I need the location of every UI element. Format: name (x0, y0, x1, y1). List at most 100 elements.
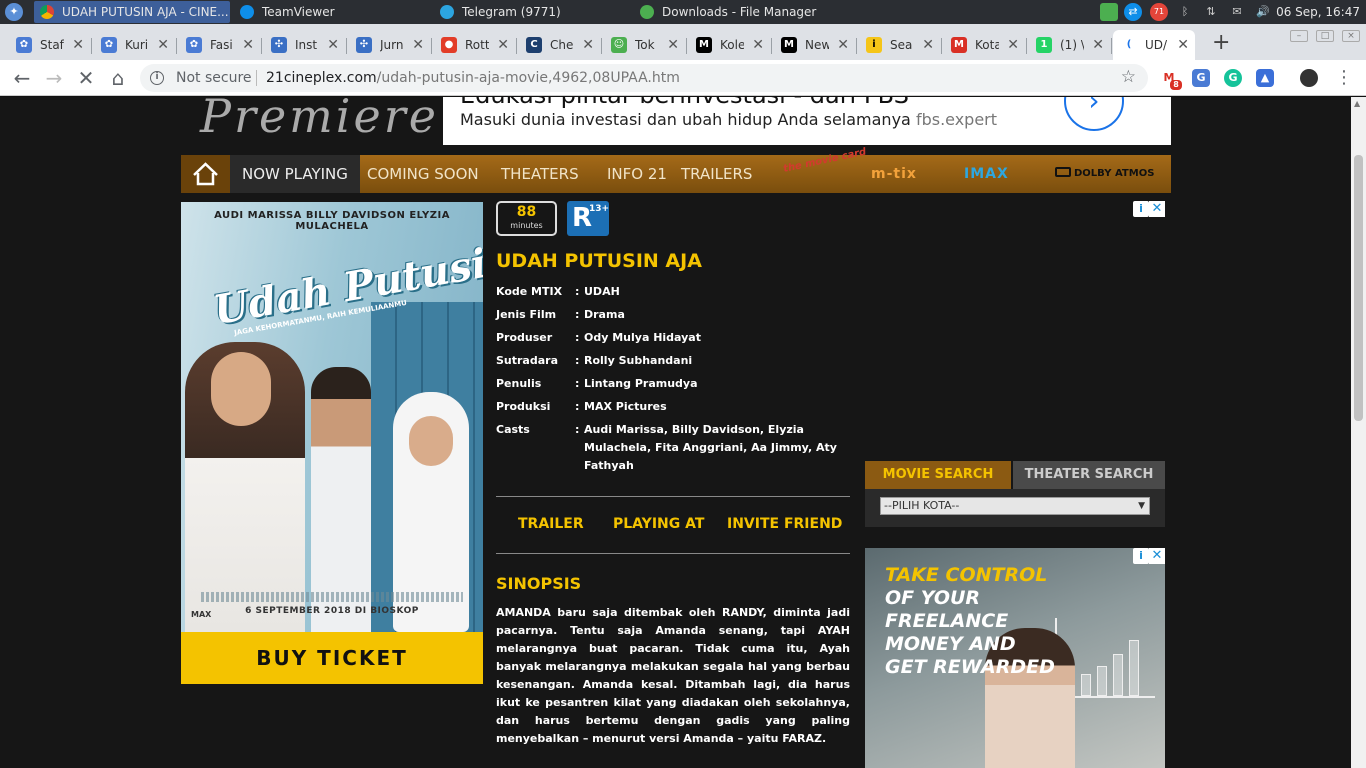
premiere-logo[interactable]: Premiere (200, 97, 439, 143)
nav-trailers[interactable]: TRAILERS (681, 155, 752, 193)
close-tab-icon[interactable]: ✕ (922, 37, 934, 53)
mail-icon[interactable]: ✉ (1228, 3, 1246, 21)
close-tab-icon[interactable]: ✕ (667, 37, 679, 53)
nav-info-21[interactable]: INFO 21 (607, 155, 667, 193)
close-tab-icon[interactable]: ✕ (412, 37, 424, 53)
home-nav-button[interactable] (181, 155, 230, 193)
address-bar[interactable]: i Not secure 21cineplex.com/udah-putusin… (140, 64, 1148, 92)
battery-icon[interactable] (1100, 3, 1118, 21)
scroll-thumb[interactable] (1354, 155, 1363, 421)
close-tab-icon[interactable]: ✕ (327, 37, 339, 53)
taskbar-window-teamviewer[interactable]: TeamViewer (234, 1, 430, 23)
profile-avatar[interactable] (1300, 69, 1318, 87)
tab-movie-search[interactable]: MOVIE SEARCH (865, 461, 1011, 489)
top-banner-ad[interactable]: Edukasi pintar berinvestasi - dari FBS M… (443, 97, 1171, 145)
page-scrollbar[interactable]: ▲ (1351, 97, 1366, 768)
new-tab-button[interactable]: + (1212, 32, 1230, 54)
close-window-button[interactable]: × (1342, 30, 1360, 42)
bluetooth-icon[interactable]: ᛒ (1176, 3, 1194, 21)
ad-choices[interactable]: i ✕ (1133, 201, 1165, 217)
close-tab-icon[interactable]: ✕ (582, 37, 594, 53)
browser-tab[interactable]: M Kota ✕ (943, 30, 1025, 60)
browser-tab[interactable]: 1 (1) \ ✕ (1028, 30, 1110, 60)
ad-info-icon[interactable]: i (1133, 548, 1149, 564)
ad-close-icon[interactable]: ✕ (1149, 201, 1165, 217)
scroll-up-icon[interactable]: ▲ (1354, 99, 1360, 108)
nav-coming-soon[interactable]: COMING SOON (367, 155, 479, 193)
divider (496, 496, 850, 497)
browser-tab[interactable]: ☺ Tok ✕ (603, 30, 685, 60)
back-button[interactable]: ← (10, 66, 34, 90)
mtix-logo[interactable]: m-tix (871, 155, 917, 193)
info-icon[interactable]: i (150, 71, 164, 85)
tab-separator (686, 38, 687, 54)
tab-theater-search[interactable]: THEATER SEARCH (1013, 461, 1165, 489)
browser-tab[interactable]: M Kole ✕ (688, 30, 770, 60)
ad-close-icon[interactable]: ✕ (1149, 548, 1165, 564)
movie-card-logo[interactable]: the movie card (782, 147, 867, 194)
buy-ticket-button[interactable]: BUY TICKET (181, 632, 483, 684)
ad-info-icon[interactable]: i (1133, 201, 1149, 217)
browser-tab[interactable]: ✿ Staf ✕ (8, 30, 90, 60)
browser-tab[interactable]: ✣ Jurn ✕ (348, 30, 430, 60)
taskbar-window-file-manager[interactable]: Downloads - File Manager (634, 1, 830, 23)
browser-tab[interactable]: ✣ Inst ✕ (263, 30, 345, 60)
network-icon[interactable]: ⇅ (1202, 3, 1220, 21)
maximize-button[interactable]: □ (1316, 30, 1334, 42)
close-tab-icon[interactable]: ✕ (1092, 37, 1104, 53)
browser-tab[interactable]: C Che ✕ (518, 30, 600, 60)
forward-button[interactable]: → (42, 66, 66, 90)
close-tab-icon[interactable]: ✕ (497, 37, 509, 53)
detail-key: Casts (496, 423, 530, 436)
taskbar-window-telegram[interactable]: Telegram (9771) (434, 1, 630, 23)
browser-tab[interactable]: (UD/ ✕ (1113, 30, 1195, 60)
ad-subtitle: Masuki dunia investasi dan ubah hidup An… (460, 110, 997, 129)
clock[interactable]: 06 Sep, 16:47 (1276, 0, 1360, 24)
browser-menu-icon[interactable]: ⋮ (1332, 66, 1356, 90)
app-menu-icon[interactable]: ✦ (5, 3, 23, 21)
stop-loading-button[interactable]: ✕ (74, 66, 98, 90)
home-button[interactable]: ⌂ (106, 66, 130, 90)
dolby-atmos-logo[interactable]: DOLBY ATMOS (1055, 155, 1154, 193)
browser-tab[interactable]: M New ✕ (773, 30, 855, 60)
playing-at-link[interactable]: PLAYING AT (613, 516, 704, 532)
close-tab-icon[interactable]: ✕ (157, 37, 169, 53)
bookmark-star-icon[interactable]: ☆ (1121, 67, 1136, 87)
duration-badge: 88 minutes (496, 201, 557, 236)
close-tab-icon[interactable]: ✕ (752, 37, 764, 53)
close-tab-icon[interactable]: ✕ (837, 37, 849, 53)
ad-chart-bar-art (1081, 674, 1091, 696)
detail-key: Sutradara (496, 354, 559, 367)
browser-tab[interactable]: ✿ Fasi ✕ (178, 30, 260, 60)
nav-now-playing[interactable]: NOW PLAYING (230, 155, 360, 193)
gmail-tray-icon[interactable]: 71 (1150, 3, 1168, 21)
ad-subtitle-text: Masuki dunia investasi dan ubah hidup An… (460, 110, 911, 129)
teamviewer-tray-icon[interactable]: ⇄ (1124, 3, 1142, 21)
imax-logo[interactable]: IMAX (964, 155, 1009, 193)
ad-choices[interactable]: i ✕ (1133, 548, 1165, 564)
volume-icon[interactable]: 🔊 (1254, 3, 1272, 21)
grammarly-extension-icon[interactable]: G (1224, 69, 1242, 87)
close-tab-icon[interactable]: ✕ (72, 37, 84, 53)
close-tab-icon[interactable]: ✕ (242, 37, 254, 53)
detail-colon: : (575, 331, 580, 344)
close-tab-icon[interactable]: ✕ (1007, 37, 1019, 53)
translate-extension-icon[interactable]: G (1192, 69, 1210, 87)
browser-tab[interactable]: i Sea ✕ (858, 30, 940, 60)
nav-theaters[interactable]: THEATERS (501, 155, 579, 193)
close-tab-icon[interactable]: ✕ (1177, 37, 1189, 53)
browser-tab[interactable]: ● Rott ✕ (433, 30, 515, 60)
ad-arrow-icon[interactable]: › (1064, 97, 1124, 131)
city-select[interactable]: --PILIH KOTA-- ▼ (880, 497, 1150, 515)
side-banner-ad[interactable]: TAKE CONTROL OF YOUR FREELANCE MONEY AND… (865, 548, 1165, 768)
detail-value: Lintang Pramudya (584, 377, 698, 390)
url-text[interactable]: 21cineplex.com/udah-putusin-aja-movie,49… (266, 70, 680, 86)
browser-tab[interactable]: ✿ Kuri ✕ (93, 30, 175, 60)
graduation-cap-extension-icon[interactable]: ▲ (1256, 69, 1274, 87)
taskbar-window-chrome[interactable]: UDAH PUTUSIN AJA - CINE... (34, 1, 230, 23)
url-host: 21cineplex.com (266, 70, 377, 86)
trailer-link[interactable]: TRAILER (518, 516, 584, 532)
invite-friend-link[interactable]: INVITE FRIEND (727, 516, 842, 532)
minimize-button[interactable]: – (1290, 30, 1308, 42)
movie-poster[interactable]: AUDI MARISSA BILLY DAVIDSON ELYZIA MULAC… (181, 202, 483, 632)
